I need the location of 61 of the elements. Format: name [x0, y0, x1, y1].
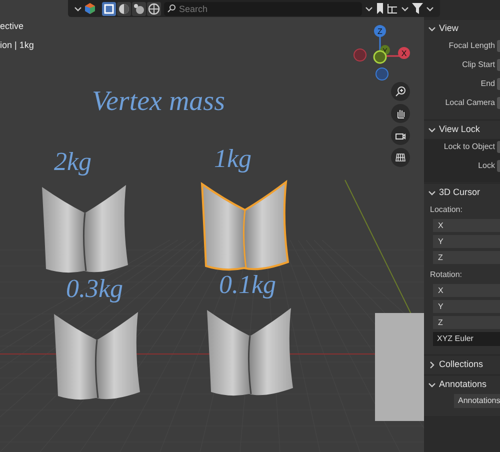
axis-value-field[interactable]: X [433, 284, 500, 297]
cloth-object[interactable] [200, 180, 290, 272]
rotation-mode-dropdown[interactable]: XYZ Euler [433, 332, 500, 346]
value-field[interactable] [497, 40, 500, 52]
property-label: Location: [429, 204, 464, 216]
property-label: Lock to Object [444, 141, 495, 153]
grid-icon[interactable] [391, 148, 410, 167]
cube-icon[interactable] [85, 3, 95, 14]
property-label: Rotation: [429, 269, 464, 281]
property-label: End [480, 78, 495, 90]
handwritten-label: 2kg [54, 149, 92, 175]
axis-value-field[interactable]: Z [433, 251, 500, 264]
value-field[interactable] [497, 78, 500, 90]
value-field[interactable] [497, 160, 500, 172]
property-label: Lock [478, 160, 495, 172]
handwritten-label: 0.3kg [66, 276, 124, 302]
viewport-info-text: ective [0, 20, 25, 33]
search-field[interactable]: Search [164, 2, 362, 16]
cloth-object[interactable] [205, 306, 295, 398]
property-label: Focal Length [448, 40, 495, 52]
zoom-in-icon[interactable] [391, 82, 410, 101]
shading-mode-button[interactable] [102, 2, 116, 16]
filter-icon[interactable] [412, 3, 423, 14]
panel-header[interactable]: View Lock [424, 121, 500, 139]
chevron-down-icon [428, 381, 436, 389]
chevron-down-icon [428, 25, 436, 33]
panel-header[interactable]: 3D Cursor [424, 184, 500, 202]
property-label: Clip Start [462, 59, 495, 71]
axis-value-field[interactable]: Y [433, 300, 500, 313]
panel-header[interactable]: Annotations [424, 376, 500, 394]
shading-mode-button[interactable] [117, 2, 131, 16]
cloth-object[interactable] [40, 183, 130, 275]
panel-header[interactable]: View [424, 20, 500, 38]
bookmark-icon[interactable] [376, 3, 384, 14]
property-label: Local Camera [445, 97, 495, 109]
chevron-down-icon [74, 4, 82, 12]
value-field[interactable] [497, 141, 500, 153]
handwritten-title: Vertex mass [92, 88, 225, 116]
value-field[interactable] [497, 59, 500, 71]
chevron-down-icon [426, 4, 434, 12]
viewport-info-text: ion | 1kg [0, 38, 34, 52]
handwritten-label: 1kg [214, 146, 252, 172]
chevron-down-icon [365, 4, 373, 12]
annotation-layer-item[interactable]: Annotations [454, 394, 500, 408]
chevron-down-icon [428, 189, 436, 197]
shading-mode-button[interactable] [147, 2, 161, 16]
chevron-down-icon [401, 4, 409, 12]
chevron-right-icon [428, 361, 436, 369]
search-icon [167, 4, 176, 13]
layout-icon[interactable] [387, 3, 398, 14]
shading-mode-button[interactable] [132, 2, 146, 16]
axis-value-field[interactable]: Z [433, 316, 500, 329]
panel-header[interactable]: Collections [424, 356, 500, 374]
chevron-down-icon [428, 126, 436, 134]
value-field[interactable] [497, 97, 500, 109]
cloth-object[interactable] [52, 310, 142, 402]
axis-value-field[interactable]: X [433, 219, 500, 232]
camera-icon[interactable] [391, 126, 410, 145]
handwritten-label: 0.1kg [219, 272, 276, 298]
hand-icon[interactable] [391, 104, 410, 123]
axis-value-field[interactable]: Y [433, 235, 500, 248]
